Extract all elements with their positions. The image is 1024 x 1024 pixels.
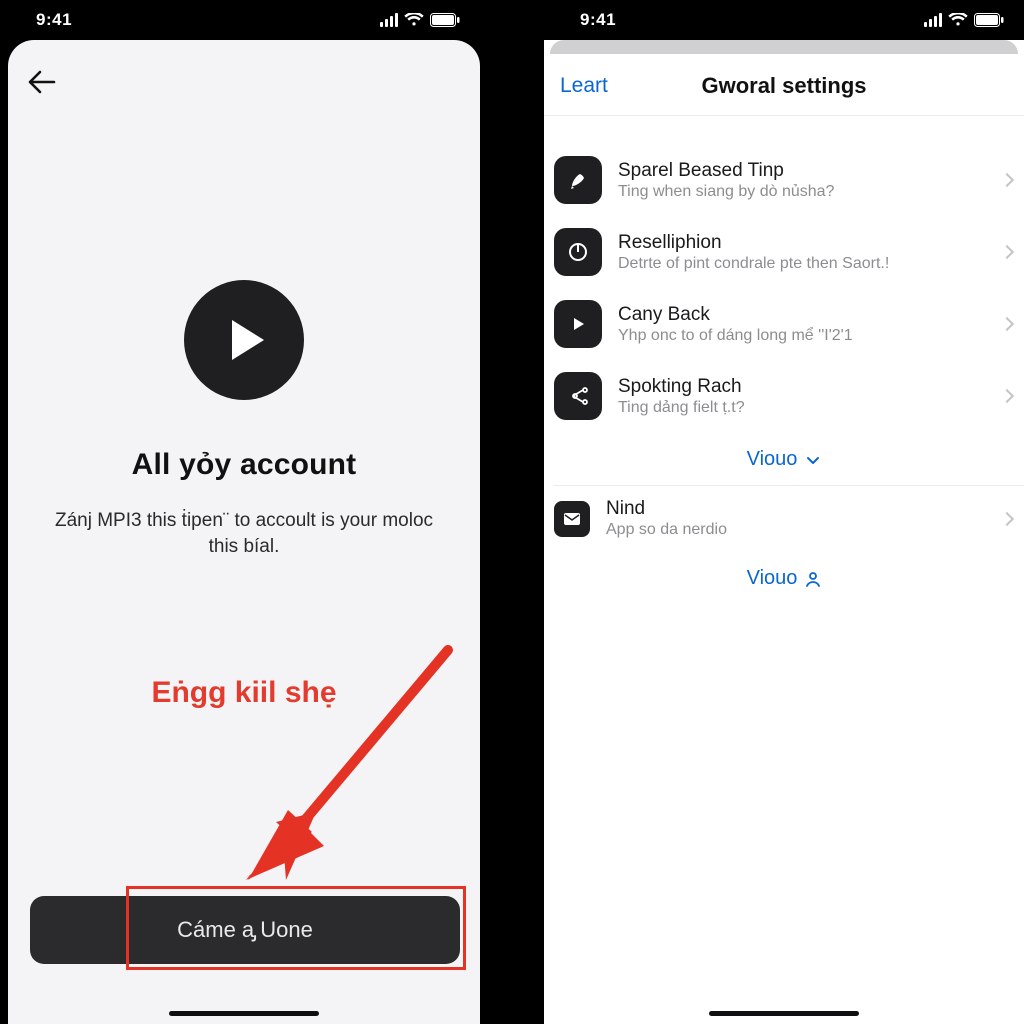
settings-row[interactable]: Cany Back Yhp onc to of dáng long mể ''I… [544,288,1024,360]
settings-row[interactable]: Sparel Beased Tinp Ting when siang by dò… [544,144,1024,216]
play-small-icon [569,315,587,333]
status-icons [924,13,1004,27]
header-left-label: Leart [560,74,608,97]
chevron-right-icon [1002,319,1012,329]
back-button[interactable] [28,70,56,99]
settings-list: Sparel Beased Tinp Ting when siang by dò… [544,116,1024,604]
row-subtitle: Ting dảng fielt ṭ.t? [618,399,745,417]
row-title: Sparel Beased Tinp [618,160,834,182]
chevron-right-icon [1002,514,1012,524]
chevron-down-icon [805,452,821,468]
status-icons [380,13,460,27]
section-link-label: Viouo [747,448,798,471]
row-subtitle: Detrte of pint condrale pte then Saort.! [618,255,889,273]
battery-icon [430,13,460,27]
row-icon-box [554,300,602,348]
section-link-label: Viouo [747,567,798,590]
row-subtitle: Yhp onc to of dáng long mể ''I'2'1 [618,327,853,345]
share-icon [568,386,588,406]
chevron-right-icon [1002,391,1012,401]
mail-icon [563,512,581,526]
rocket-icon [568,170,588,190]
section-expand-link[interactable]: Viouo [544,551,1024,604]
sheet-backdrop [550,40,1018,54]
home-indicator[interactable] [169,1011,319,1016]
row-title: Cany Back [618,304,853,326]
header-left-action[interactable]: Leart [560,74,608,98]
row-subtitle: App so da nerdio [606,521,727,539]
page-subtitle: Zánj MPI3 this ṫipen¨ to accoult is your… [44,508,444,559]
section-expand-link[interactable]: Viouo [544,432,1024,485]
row-icon-box [554,372,602,420]
chevron-right-icon [1002,247,1012,257]
row-icon-box [554,501,590,537]
home-indicator[interactable] [709,1011,859,1016]
arrow-left-icon [28,70,56,94]
status-bar: 9:41 [0,0,480,40]
sheet-header: Leart Gworal settings [544,56,1024,116]
page-title: All yỏ͏y account [8,448,480,482]
primary-cta-label: Cáme a̡ Uone [177,917,313,943]
battery-icon [974,13,1004,27]
row-title: Nind [606,498,727,520]
person-icon [805,571,821,587]
row-icon-box [554,156,602,204]
status-time: 9:41 [36,10,72,30]
settings-row[interactable]: Reselliphion Detrte of pint condrale pte… [544,216,1024,288]
wifi-icon [404,13,424,27]
status-bar: 9:41 [544,0,1024,40]
row-title: Spokting Rach [618,376,745,398]
sheet-title: Gworal settings [701,73,866,99]
row-icon-box [554,228,602,276]
row-subtitle: Ting when siang by dò nủsha? [618,183,834,201]
chevron-right-icon [1002,175,1012,185]
settings-sheet: Leart Gworal settings Sparel Beased Tinp… [544,56,1024,1024]
hero-icon [184,280,304,400]
play-icon [232,320,264,360]
settings-row[interactable]: Spokting Rach Ting dảng fielt ṭ.t? [544,360,1024,432]
annotation-label: Eṅgg kiil shẹ [8,676,480,710]
status-time: 9:41 [580,10,616,30]
row-title: Reselliphion [618,232,889,254]
cellular-icon [924,13,942,27]
primary-cta-button[interactable]: Cáme a̡ Uone [30,896,460,964]
settings-row[interactable]: Nind App so da nerdio [544,486,1024,551]
wifi-icon [948,13,968,27]
cellular-icon [380,13,398,27]
power-icon [567,241,589,263]
